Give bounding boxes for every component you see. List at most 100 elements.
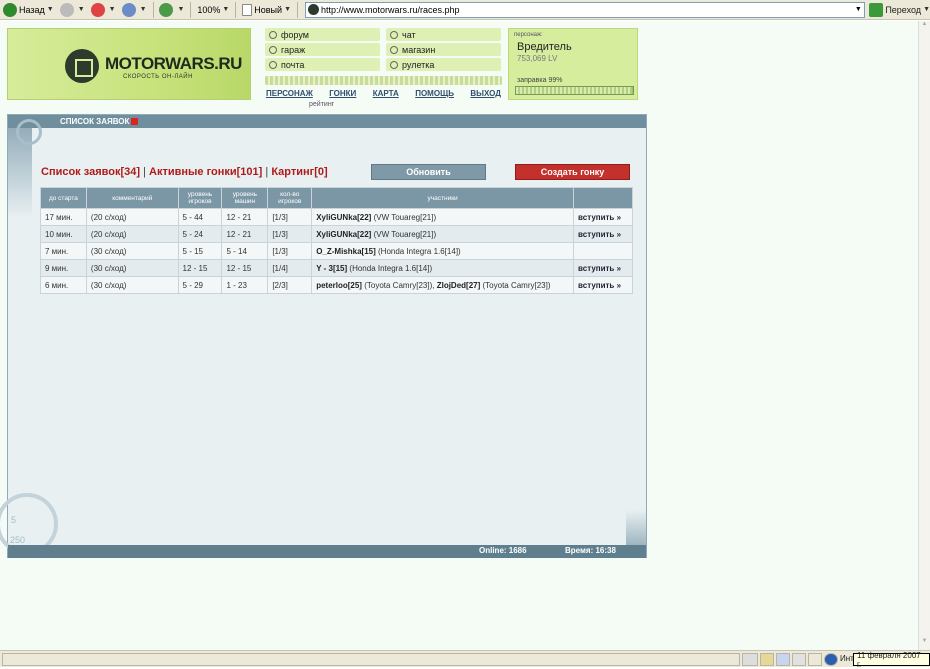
tab-karting[interactable]: Картинг[0]: [271, 166, 327, 178]
cell-count: [1/3]: [267, 242, 313, 260]
menu-item-garage[interactable]: гараж: [265, 43, 380, 56]
participant-car: (Toyota Camry[23]),: [364, 280, 435, 290]
gauge-number: 250: [10, 535, 26, 545]
update-button[interactable]: Обновить: [371, 164, 486, 180]
chevron-down-icon[interactable]: ▼: [852, 3, 864, 17]
fuel-bar: [515, 86, 634, 95]
toolbar-separator: [152, 1, 154, 18]
panel-right-decoration: [626, 510, 646, 545]
menu-item-roulette[interactable]: рулетка: [386, 58, 501, 71]
go-arrow-icon: [869, 2, 884, 17]
table-row: 6 мин. (30 с/ход) 5 - 29 1 - 23 [2/3] pe…: [40, 276, 633, 294]
forward-button[interactable]: ▼: [57, 1, 88, 19]
scroll-up-icon[interactable]: ▲: [919, 21, 930, 33]
chat-icon: [390, 30, 398, 39]
chevron-down-icon: ▼: [139, 6, 147, 13]
character-name[interactable]: Вредитель: [517, 41, 572, 53]
col-header-action: [573, 187, 633, 209]
stop-button[interactable]: ▼: [88, 1, 119, 19]
participant-name[interactable]: peterloo[25]: [316, 281, 362, 290]
col-header-participants: участники: [311, 187, 575, 209]
participant-name[interactable]: O_Z-Mishka[15]: [316, 247, 376, 256]
participant-car: (Honda Integra 1.6[14]): [349, 263, 433, 273]
cell-action: вступить »: [573, 208, 633, 226]
mail-icon: [269, 60, 277, 69]
nav-character[interactable]: ПЕРСОНАЖ: [266, 89, 313, 101]
new-tab-button[interactable]: Новый ▼: [239, 1, 294, 19]
lock-icon: [760, 653, 774, 666]
logo-subtitle: СКОРОСТЬ ОН-ЛАЙН: [123, 74, 193, 80]
create-race-button[interactable]: Создать гонку: [515, 164, 630, 180]
car-icon: [390, 45, 398, 54]
site-favicon-icon: [307, 4, 319, 15]
cell-participants: O_Z-Mishka[15] (Honda Integra 1.6[14]): [311, 242, 575, 260]
tab-applications[interactable]: Список заявок[34]: [41, 166, 140, 178]
table-row: 17 мин. (20 с/ход) 5 - 44 12 - 21 [1/3] …: [40, 208, 633, 226]
menu-item-mail[interactable]: почта: [265, 58, 380, 71]
zoom-button[interactable]: 100% ▼: [194, 1, 232, 19]
tab-active-races[interactable]: Активные гонки[101]: [149, 166, 262, 178]
wrench-icon: [269, 45, 277, 54]
menu-item-label: почта: [281, 59, 305, 70]
chevron-down-icon: ▼: [46, 6, 54, 13]
refresh-icon: [121, 2, 136, 17]
home-button[interactable]: ▼: [156, 1, 187, 19]
menu-item-chat[interactable]: чат: [386, 28, 501, 41]
join-button[interactable]: вступить »: [578, 230, 621, 239]
participant-car: (VW Touareg[21]): [373, 212, 437, 222]
nav-exit[interactable]: ВЫХОД: [470, 89, 501, 101]
forum-icon: [269, 30, 277, 39]
cell-car-level: 12 - 21: [221, 208, 269, 226]
refresh-button[interactable]: ▼: [119, 1, 150, 19]
join-button[interactable]: вступить »: [578, 281, 621, 290]
browser-toolbar: Назад ▼ ▼ ▼ ▼ ▼ 100% ▼ Новый ▼ http://ww…: [0, 0, 930, 20]
scroll-down-icon[interactable]: ▼: [919, 638, 930, 650]
cell-count: [1/4]: [267, 259, 313, 277]
participant-name[interactable]: Y - 3[15]: [316, 264, 347, 273]
chevron-down-icon: ▼: [222, 6, 230, 13]
chevron-down-icon: ▼: [108, 6, 116, 13]
participant-name[interactable]: XyliGUNka[22]: [316, 213, 371, 222]
close-icon[interactable]: [131, 118, 138, 125]
cell-car-level: 12 - 15: [221, 259, 269, 277]
participant-car: (Honda Integra 1.6[14]): [378, 246, 461, 256]
race-table: до старта комментарий уровень игроков ур…: [40, 187, 633, 294]
gear-icon: [16, 119, 42, 145]
cell-car-level: 12 - 21: [221, 225, 269, 243]
character-label: персонаж:: [514, 32, 543, 38]
participant-name[interactable]: ZlojDed[27]: [437, 281, 481, 290]
new-label: Новый: [254, 4, 283, 15]
fuel-label: заправка 99%: [517, 77, 563, 84]
join-button[interactable]: вступить »: [578, 264, 621, 273]
nav-rating[interactable]: рейтинг: [309, 101, 334, 108]
site-logo[interactable]: MOTORWARS.RU СКОРОСТЬ ОН-ЛАЙН: [7, 28, 251, 100]
cell-player-level: 5 - 29: [177, 276, 223, 294]
address-bar[interactable]: http://www.motorwars.ru/races.php ▼: [304, 1, 866, 18]
join-button[interactable]: вступить »: [578, 213, 621, 222]
popup-blocker-icon[interactable]: [776, 653, 790, 666]
menu-item-shop[interactable]: магазин: [386, 43, 501, 56]
vertical-scrollbar[interactable]: ▲ ▼: [918, 21, 930, 650]
logo-name: MOTORWARS.RU: [105, 54, 242, 73]
table-row: 7 мин. (30 с/ход) 5 - 15 5 - 14 [1/3] O_…: [40, 242, 633, 260]
cell-count: [1/3]: [267, 208, 313, 226]
nav-help[interactable]: ПОМОЩЬ: [415, 89, 454, 101]
menu-item-forum[interactable]: форум: [265, 28, 380, 41]
page-count-segment: [808, 653, 822, 666]
nav-map[interactable]: КАРТА: [373, 89, 399, 101]
go-button[interactable]: Переход ▼: [869, 2, 930, 17]
cell-count: [2/3]: [267, 276, 313, 294]
back-button[interactable]: Назад ▼: [0, 1, 57, 19]
cell-start: 6 мин.: [40, 276, 87, 294]
character-money: 753,069 LV: [517, 54, 558, 63]
cell-player-level: 5 - 15: [177, 242, 223, 260]
nav-races[interactable]: ГОНКИ: [329, 89, 356, 101]
go-label: Переход: [885, 4, 922, 15]
participant-name[interactable]: XyliGUNka[22]: [316, 230, 371, 239]
cell-participants: XyliGUNka[22] (VW Touareg[21]): [311, 225, 575, 243]
cell-start: 7 мин.: [40, 242, 87, 260]
logo-mark-icon: [65, 49, 99, 83]
chevron-down-icon: ▼: [177, 6, 185, 13]
col-header-player-level: уровень игроков: [177, 187, 223, 209]
page-icon: [242, 3, 253, 16]
